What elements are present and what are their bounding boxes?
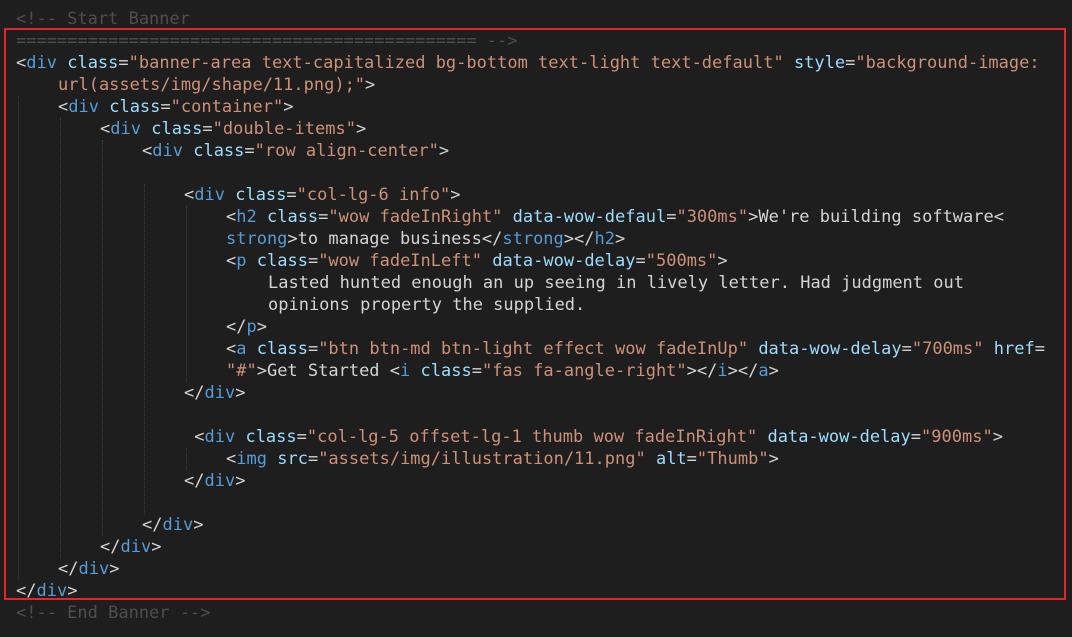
selection-highlight-box [4, 28, 1066, 600]
code-line: <!-- End Banner --> [16, 602, 210, 624]
code-token: <!-- Start Banner [16, 9, 190, 29]
code-token: <!-- End Banner --> [16, 603, 211, 623]
code-editor[interactable]: <!-- Start Banner =======================… [0, 0, 1072, 637]
code-line: <!-- Start Banner [16, 8, 190, 30]
